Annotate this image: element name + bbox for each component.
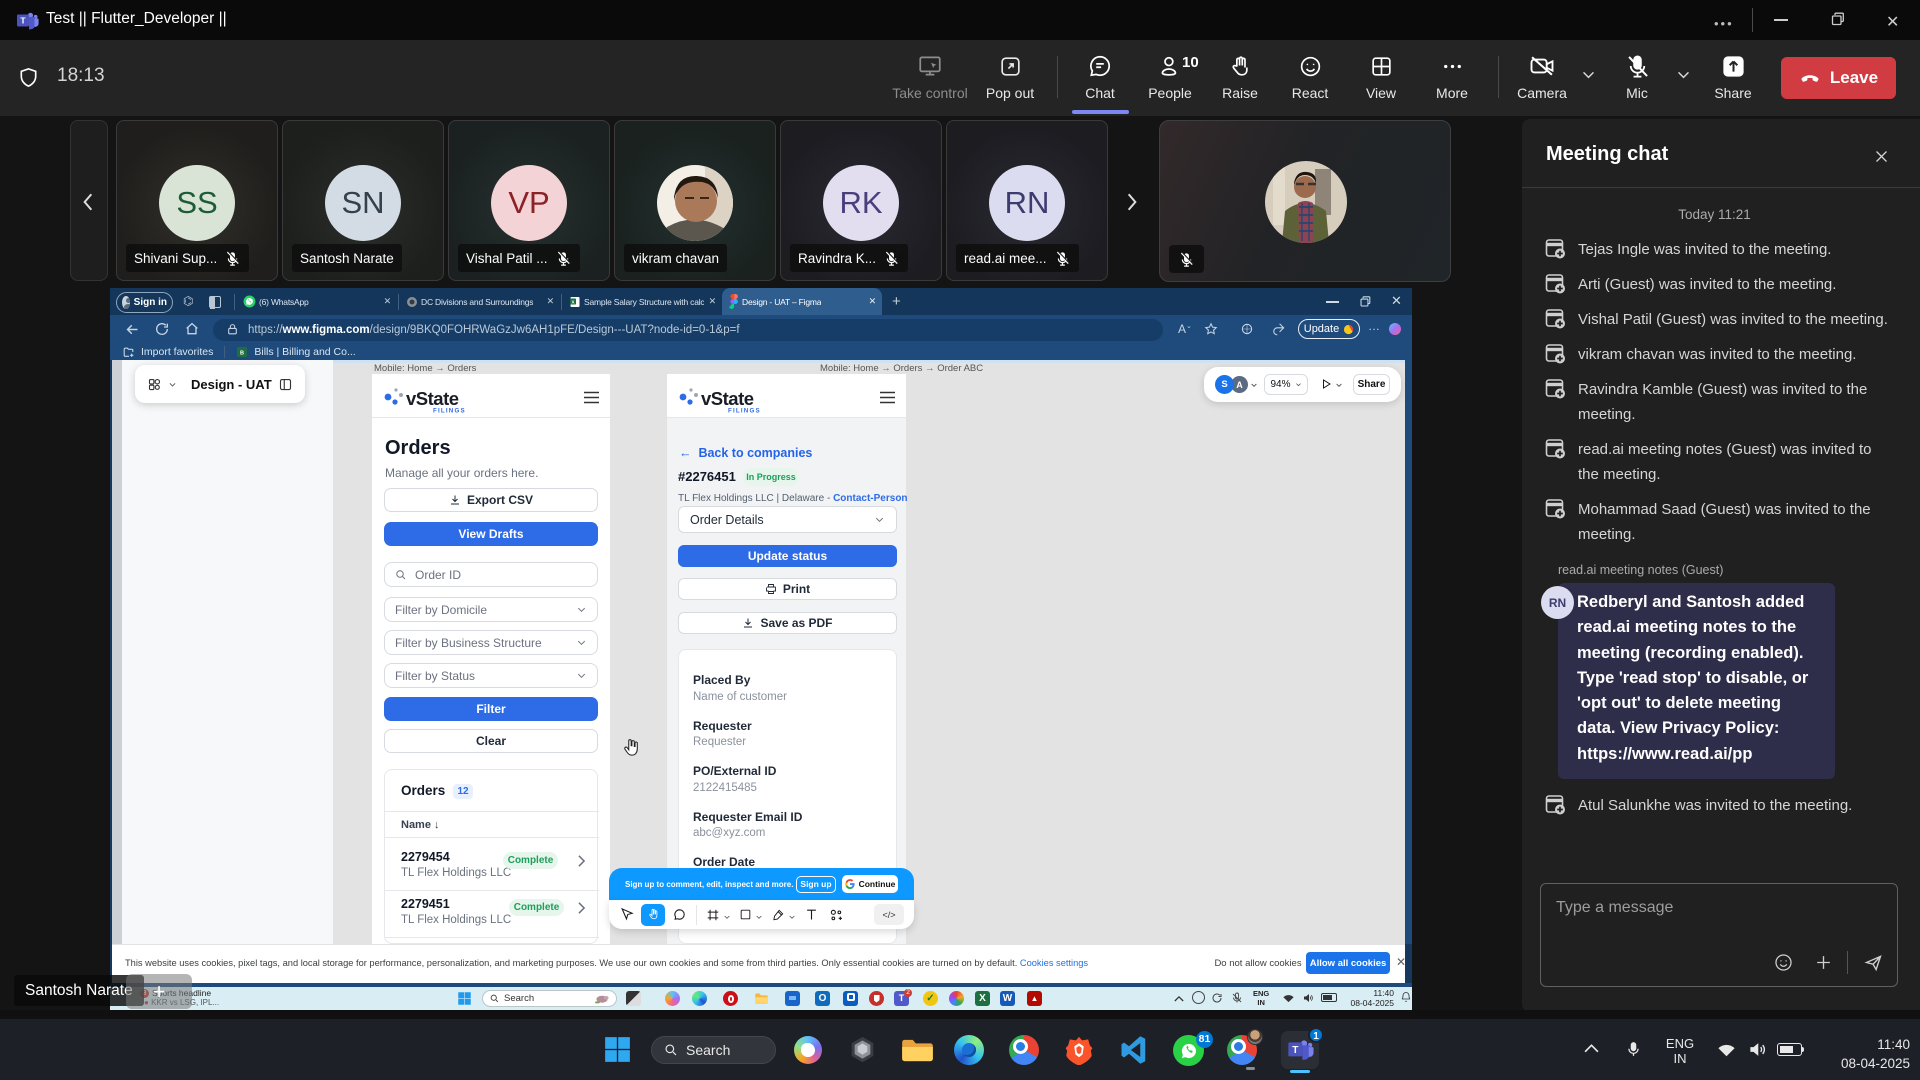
svg-text:B: B bbox=[240, 350, 244, 356]
svg-text:FILINGS: FILINGS bbox=[433, 408, 466, 414]
svg-text:vState: vState bbox=[701, 388, 754, 409]
svg-text:T: T bbox=[1292, 1045, 1299, 1056]
svg-text:FILINGS: FILINGS bbox=[728, 408, 761, 414]
svg-text:vState: vState bbox=[406, 388, 459, 409]
svg-text:T: T bbox=[20, 16, 26, 26]
svg-text:X: X bbox=[572, 299, 575, 304]
